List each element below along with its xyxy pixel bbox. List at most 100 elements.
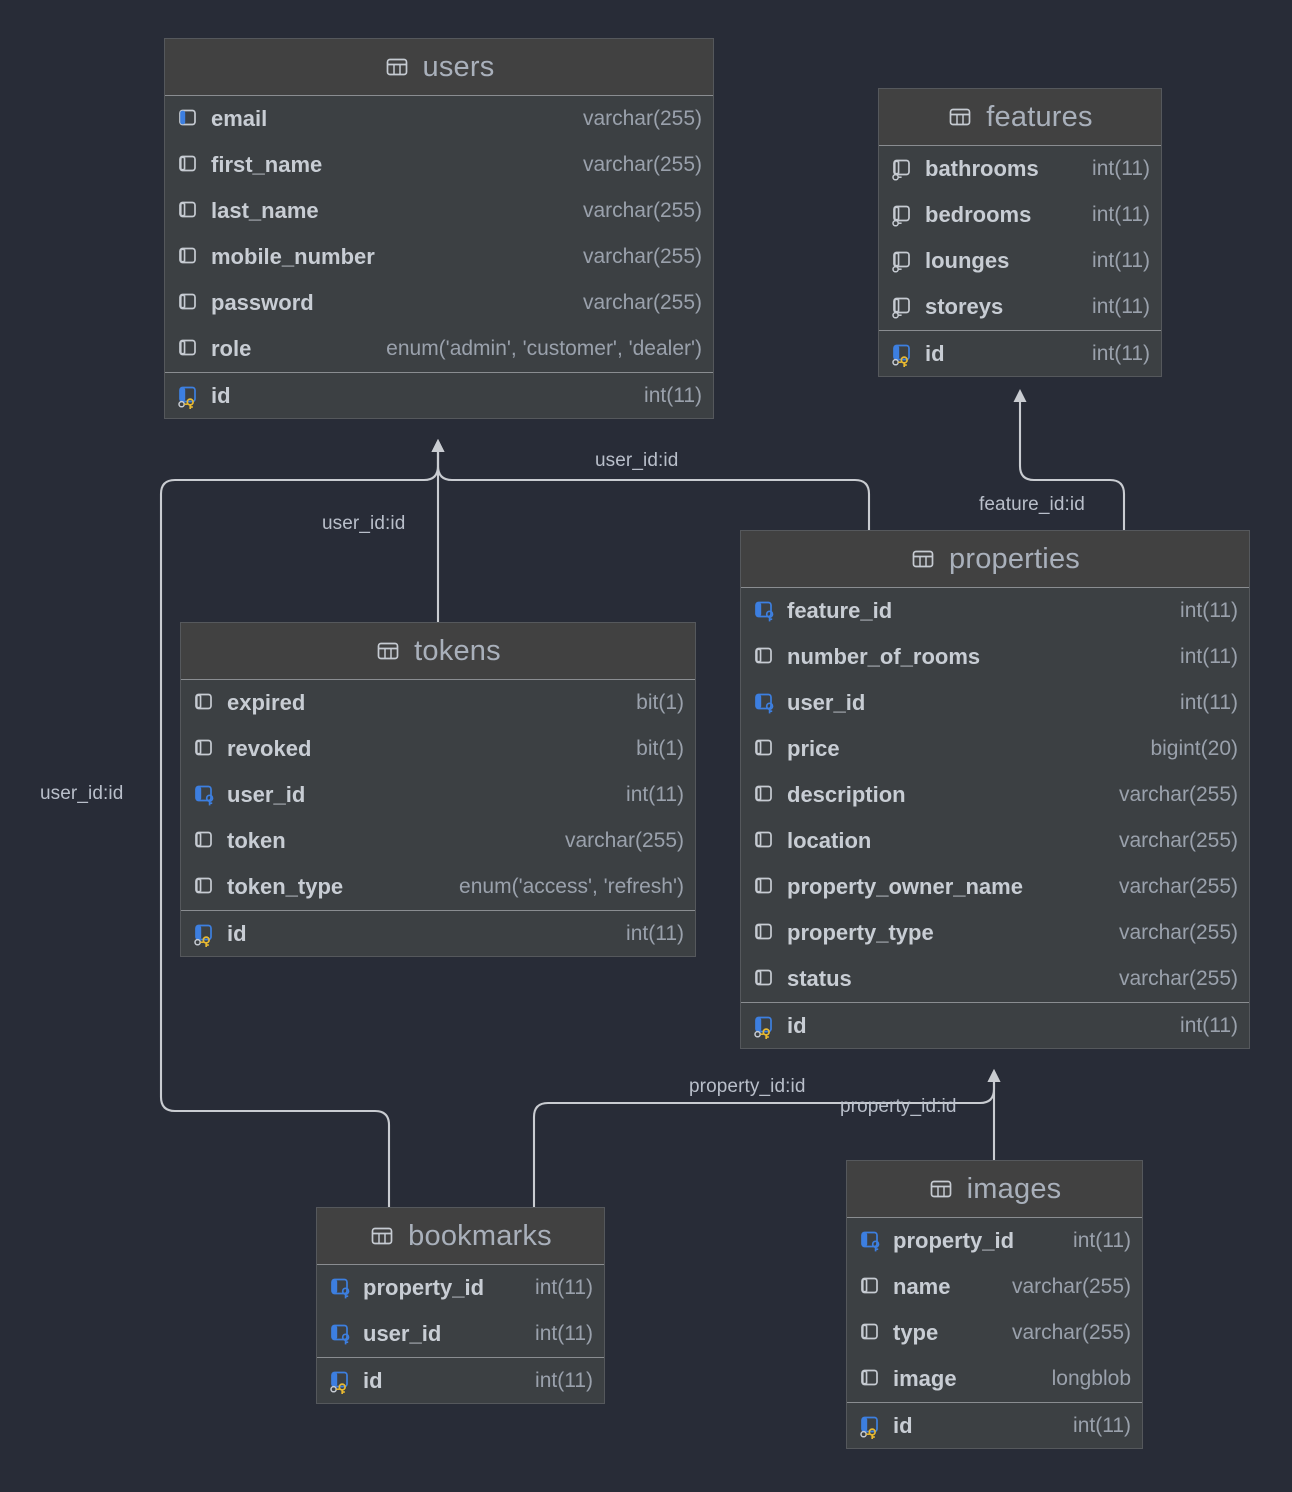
column-type: varchar(255) [564, 829, 684, 852]
column-type: bit(1) [636, 737, 684, 760]
table-card-users[interactable]: users email varchar(255) first_name varchar(… [164, 38, 714, 419]
table-header[interactable]: tokens [181, 623, 695, 680]
column-name: location [787, 828, 872, 853]
column-type: int(11) [535, 1276, 593, 1299]
column-icon [179, 155, 196, 172]
primary-key-row[interactable]: id int(11) [847, 1402, 1142, 1448]
column-name: password [211, 290, 314, 315]
table-card-images[interactable]: images property_id int(11) name varchar(255)… [846, 1160, 1143, 1449]
table-icon [386, 58, 407, 76]
table-header[interactable]: properties [741, 531, 1249, 588]
edge-label-bookmarks-users: user_id:id [40, 783, 124, 804]
column-type: int(11) [1092, 295, 1150, 318]
primary-key-row[interactable]: id int(11) [741, 1002, 1249, 1048]
column-row[interactable]: price bigint(20) [741, 726, 1249, 772]
column-icon [755, 785, 772, 802]
column-icon [861, 1277, 878, 1294]
column-type: varchar(255) [1118, 967, 1238, 990]
column-row[interactable]: token_type enum('access', 'refresh') [181, 864, 695, 910]
column-row[interactable]: revoked bit(1) [181, 726, 695, 772]
column-row[interactable]: property_owner_name varchar(255) [741, 864, 1249, 910]
column-icon [195, 877, 212, 894]
column-row[interactable]: user_id int(11) [741, 680, 1249, 726]
table-icon [371, 1227, 393, 1245]
column-row[interactable]: user_id int(11) [317, 1311, 604, 1357]
column-name: user_id [787, 690, 866, 715]
column-row[interactable]: status varchar(255) [741, 956, 1249, 1002]
column-type: int(11) [535, 1368, 593, 1392]
table-columns: property_id int(11) user_id int(11) id int(11… [317, 1265, 604, 1403]
column-name: id [211, 382, 231, 408]
table-columns: bathrooms int(11) bedrooms int(11) lounges in… [879, 146, 1161, 376]
column-row[interactable]: bedrooms int(11) [879, 192, 1161, 238]
column-icon [755, 647, 772, 664]
column-row[interactable]: feature_id int(11) [741, 588, 1249, 634]
column-icon [755, 969, 772, 986]
column-type: varchar(255) [582, 107, 702, 130]
column-row[interactable]: property_id int(11) [847, 1218, 1142, 1264]
column-name: number_of_rooms [787, 644, 981, 669]
column-row[interactable]: number_of_rooms int(11) [741, 634, 1249, 680]
primary-key-icon [754, 1016, 772, 1039]
primary-key-row[interactable]: id int(11) [181, 910, 695, 956]
column-row[interactable]: description varchar(255) [741, 772, 1249, 818]
column-row[interactable]: role enum('admin', 'customer', 'dealer') [165, 326, 713, 372]
column-row[interactable]: expired bit(1) [181, 680, 695, 726]
column-name: storeys [925, 294, 1004, 319]
primary-key-row[interactable]: id int(11) [165, 372, 713, 418]
column-type: bigint(20) [1150, 737, 1238, 760]
column-row[interactable]: mobile_number varchar(255) [165, 234, 713, 280]
column-name: id [925, 340, 945, 366]
column-type: int(11) [1073, 1229, 1131, 1252]
table-header[interactable]: features [879, 89, 1161, 146]
column-row[interactable]: location varchar(255) [741, 818, 1249, 864]
column-row[interactable]: token varchar(255) [181, 818, 695, 864]
table-card-features[interactable]: features bathrooms int(11) bedrooms int(11) l… [878, 88, 1162, 377]
column-type: varchar(255) [1011, 1321, 1131, 1344]
column-name: property_id [363, 1275, 485, 1300]
column-type: varchar(255) [1118, 921, 1238, 944]
primary-key-row[interactable]: id int(11) [317, 1357, 604, 1403]
column-type: int(11) [1180, 599, 1238, 622]
column-icon [195, 739, 212, 756]
column-name: token_type [227, 874, 344, 899]
table-header[interactable]: users [165, 39, 713, 96]
column-name: user_id [363, 1321, 442, 1346]
column-name: property_owner_name [787, 874, 1023, 899]
column-type: int(11) [1073, 1413, 1131, 1437]
column-type: int(11) [1180, 691, 1238, 714]
column-icon [755, 877, 772, 894]
edge-label-properties-users: user_id:id [595, 450, 679, 471]
column-row[interactable]: password varchar(255) [165, 280, 713, 326]
column-row[interactable]: lounges int(11) [879, 238, 1161, 284]
column-row[interactable]: last_name varchar(255) [165, 188, 713, 234]
column-row[interactable]: property_type varchar(255) [741, 910, 1249, 956]
column-row[interactable]: email varchar(255) [165, 96, 713, 142]
column-type: varchar(255) [1118, 783, 1238, 806]
table-card-properties[interactable]: properties feature_id int(11) number_of_roo… [740, 530, 1250, 1049]
column-name: token [227, 828, 286, 853]
table-card-tokens[interactable]: tokens expired bit(1) revoked bit(1) user_id i… [180, 622, 696, 957]
column-row[interactable]: image longblob [847, 1356, 1142, 1402]
foreign-key-icon [195, 785, 214, 806]
primary-key-icon [892, 344, 910, 367]
column-type: varchar(255) [1118, 829, 1238, 852]
table-card-bookmarks[interactable]: bookmarks property_id int(11) user_id int(11… [316, 1207, 605, 1404]
column-type: enum('admin', 'customer', 'dealer') [386, 337, 702, 360]
primary-key-row[interactable]: id int(11) [879, 330, 1161, 376]
column-row[interactable]: first_name varchar(255) [165, 142, 713, 188]
column-type: int(11) [1092, 341, 1150, 365]
table-header[interactable]: bookmarks [317, 1208, 604, 1265]
table-title: tokens [414, 634, 501, 667]
table-header[interactable]: images [847, 1161, 1142, 1218]
column-row[interactable]: bathrooms int(11) [879, 146, 1161, 192]
table-title: images [966, 1172, 1062, 1205]
edge-label-tokens-users: user_id:id [322, 513, 406, 534]
column-row[interactable]: name varchar(255) [847, 1264, 1142, 1310]
column-row[interactable]: property_id int(11) [317, 1265, 604, 1311]
column-row[interactable]: type varchar(255) [847, 1310, 1142, 1356]
column-row[interactable]: storeys int(11) [879, 284, 1161, 330]
column-type: int(11) [1092, 157, 1150, 180]
column-name: email [211, 106, 268, 131]
column-row[interactable]: user_id int(11) [181, 772, 695, 818]
